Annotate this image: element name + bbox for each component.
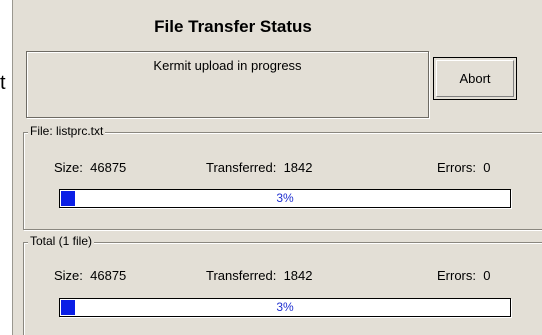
- total-progress-group: Total (1 file) Size: 46875 Transferred: …: [23, 234, 542, 335]
- file-size-label: Size:: [54, 160, 83, 175]
- total-errors-label: Errors:: [437, 268, 476, 283]
- total-transferred-label: Transferred:: [206, 268, 277, 283]
- total-progress-percent: 3%: [276, 300, 294, 314]
- abort-button-label: Abort: [436, 60, 514, 97]
- file-errors-value: 0: [483, 160, 491, 175]
- file-group-legend: File: listprc.txt: [28, 124, 106, 138]
- abort-button[interactable]: Abort: [433, 57, 517, 100]
- file-transferred-value: 1842: [283, 160, 313, 175]
- file-progress-group: File: listprc.txt Size: 46875 Transferre…: [23, 124, 542, 230]
- file-progress-percent: 3%: [276, 191, 294, 205]
- file-transfer-dialog: File Transfer Status Kermit upload in pr…: [12, 0, 542, 335]
- background-text-fragment: t: [0, 72, 6, 94]
- total-progress-bar: 3%: [59, 298, 511, 317]
- file-transferred-label: Transferred:: [206, 160, 277, 175]
- total-size-label: Size:: [54, 268, 83, 283]
- file-errors-label: Errors:: [437, 160, 476, 175]
- total-group-legend: Total (1 file): [28, 234, 95, 248]
- file-progress-bar: 3%: [59, 189, 511, 208]
- file-size-value: 46875: [90, 160, 127, 175]
- total-size-value: 46875: [90, 268, 127, 283]
- total-errors-value: 0: [483, 268, 491, 283]
- total-transferred-value: 1842: [283, 268, 313, 283]
- status-message-box: Kermit upload in progress: [26, 51, 429, 118]
- dialog-title: File Transfer Status: [154, 17, 312, 36]
- status-message: Kermit upload in progress: [153, 58, 302, 73]
